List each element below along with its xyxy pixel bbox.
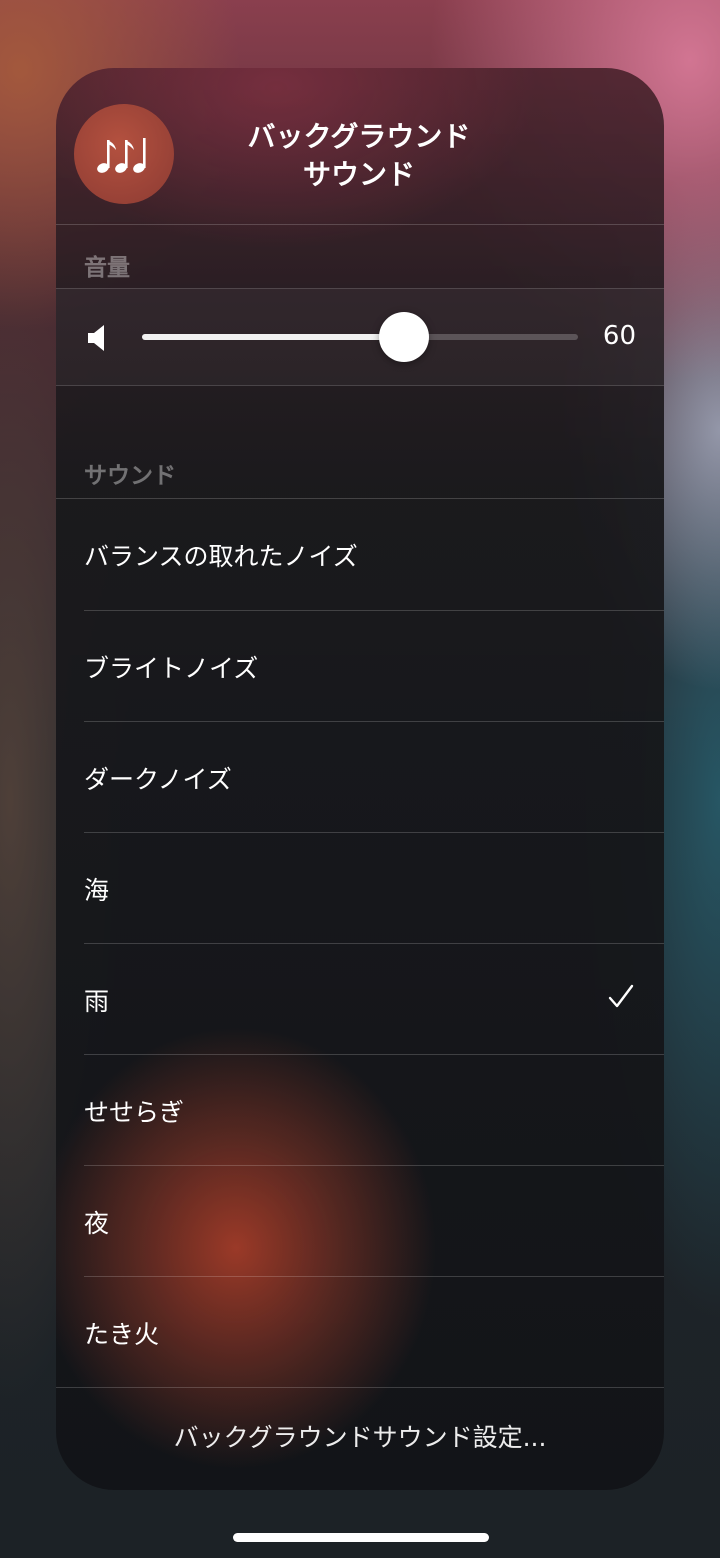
panel-title-line1: バックグラウンド: [247, 120, 471, 153]
sound-item-fire[interactable]: たき火: [56, 1277, 664, 1387]
sound-item-ocean[interactable]: 海: [56, 833, 664, 943]
sound-item-night[interactable]: 夜: [56, 1166, 664, 1276]
background-sounds-settings-button[interactable]: バックグラウンドサウンド設定...: [56, 1418, 664, 1454]
panel-header: バックグラウンド サウンド: [56, 68, 664, 224]
sound-item-label: たき火: [84, 1320, 160, 1349]
background-sounds-panel: バックグラウンド サウンド 音量 60 サウンド バランスの取れたノイズ ブライ…: [56, 68, 664, 1490]
volume-slider-thumb[interactable]: [378, 312, 429, 362]
volume-section-label: 音量: [84, 255, 130, 281]
panel-title-line2: サウンド: [302, 158, 415, 191]
sound-item-label: ダークノイズ: [84, 765, 232, 794]
panel-title: バックグラウンド サウンド: [206, 118, 512, 194]
panel-footer: バックグラウンドサウンド設定...: [56, 1388, 664, 1490]
volume-slider[interactable]: [142, 312, 578, 362]
sound-item-bright-noise[interactable]: ブライトノイズ: [56, 611, 664, 721]
sound-item-stream[interactable]: せせらぎ: [56, 1055, 664, 1165]
divider: [56, 385, 664, 386]
home-indicator[interactable]: [233, 1533, 489, 1542]
sound-item-rain[interactable]: 雨: [56, 944, 664, 1054]
divider: [56, 224, 664, 225]
sound-item-label: 夜: [84, 1209, 110, 1238]
speaker-icon: [88, 325, 104, 351]
volume-value: 60: [602, 321, 636, 351]
sound-item-label: 海: [84, 876, 110, 905]
sound-item-label: せせらぎ: [84, 1098, 185, 1127]
sounds-section-label: サウンド: [84, 463, 176, 489]
volume-slider-fill: [142, 334, 404, 340]
sound-item-label: バランスの取れたノイズ: [84, 542, 358, 571]
music-notes-icon: [74, 104, 174, 204]
sound-item-label: 雨: [84, 987, 110, 1016]
sound-item-label: ブライトノイズ: [84, 654, 259, 683]
volume-row: 60: [56, 289, 664, 385]
sound-item-dark-noise[interactable]: ダークノイズ: [56, 722, 664, 832]
checkmark-icon: [608, 984, 634, 1008]
sound-item-balanced-noise[interactable]: バランスの取れたノイズ: [56, 499, 664, 609]
